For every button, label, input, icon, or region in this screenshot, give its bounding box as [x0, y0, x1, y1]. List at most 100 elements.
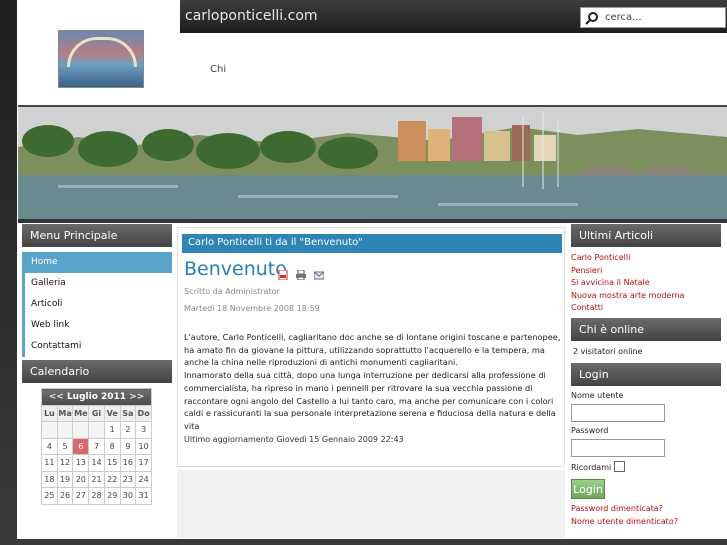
- article-body: L'autore, Carlo Ponticelli, cagliaritano…: [184, 332, 561, 431]
- email-icon[interactable]: [314, 270, 325, 280]
- site-logo-image[interactable]: [58, 30, 144, 88]
- article-author: Scritto da Administrator: [184, 287, 280, 296]
- calendar-day[interactable]: 17: [135, 454, 152, 472]
- forgot-password-link[interactable]: Password dimenticata?: [571, 504, 663, 513]
- calendar-day[interactable]: 27: [72, 487, 90, 505]
- calendar-day[interactable]: 4: [41, 437, 58, 455]
- calendar-day[interactable]: 10: [135, 437, 152, 455]
- calendar-day[interactable]: 31: [135, 487, 152, 505]
- calendar-weekday: Ma: [56, 404, 74, 422]
- menu-item-web-link[interactable]: Web link: [22, 315, 172, 336]
- left-dark-strip: [0, 0, 17, 545]
- calendar-week: 11 12 13 14 15 16 17: [41, 454, 152, 472]
- calendar-week: 18 19 20 21 22 23 24: [41, 470, 152, 488]
- calendar-day[interactable]: 1: [103, 421, 121, 439]
- latest-article-link[interactable]: Si avvicina il Natale: [571, 277, 684, 290]
- calendar-day[interactable]: 23: [119, 470, 137, 488]
- calendar: << Luglio 2011 >> Lu Ma Me Gi Ve Sa Do 1234567…: [41, 388, 152, 505]
- calendar-day[interactable]: 28: [88, 487, 105, 505]
- calendar-day[interactable]: 24: [135, 470, 152, 488]
- calendar-day[interactable]: 9: [119, 437, 137, 455]
- calendar-day[interactable]: 5: [56, 437, 74, 455]
- calendar-day[interactable]: 25: [41, 487, 58, 505]
- calendar-day[interactable]: 16: [119, 454, 137, 472]
- logo-arch-graphic: [67, 37, 137, 67]
- password-field[interactable]: [571, 439, 665, 457]
- calendar-week: 4 5 6 7 8 9 10: [41, 437, 152, 455]
- calendar-days: 1 2 3 4 5 6 7 8 9 10 11 12 13 14 15 16 17 18 19 20 21 22 23 24 2…: [41, 421, 152, 505]
- top-bar: carloponticelli.com cerca...: [180, 0, 727, 33]
- calendar-day[interactable]: 11: [41, 454, 58, 472]
- calendar-day[interactable]: 26: [56, 487, 74, 505]
- menu-item-galleria[interactable]: Galleria: [22, 273, 172, 294]
- logo-area: [18, 14, 177, 92]
- online-count: 2 visitatori online: [573, 347, 643, 356]
- calendar-weekday: Lu: [41, 404, 58, 422]
- article-section-bar: Carlo Ponticelli ti da il "Benvenuto": [182, 234, 562, 253]
- username-field[interactable]: [571, 404, 665, 422]
- print-icon[interactable]: [296, 269, 307, 280]
- calendar-day[interactable]: 20: [72, 470, 90, 488]
- latest-articles-list: Carlo Ponticelli Pensieri Si avvicina il…: [571, 252, 684, 315]
- search-input[interactable]: cerca...: [580, 7, 726, 28]
- pdf-icon[interactable]: [278, 269, 288, 280]
- menu-item-articoli[interactable]: Articoli: [22, 294, 172, 315]
- calendar-today[interactable]: 6: [72, 437, 90, 455]
- latest-article-link[interactable]: Carlo Ponticelli: [571, 252, 684, 265]
- latest-article-link[interactable]: Contatti: [571, 302, 684, 315]
- menu-item-contattami[interactable]: Contattami: [22, 336, 172, 357]
- latest-article-link[interactable]: Nuova mostra arte moderna: [571, 290, 684, 303]
- calendar-day[interactable]: 14: [88, 454, 105, 472]
- article-tools: [278, 264, 327, 283]
- calendar-day[interactable]: 22: [103, 470, 121, 488]
- calendar-day[interactable]: 13: [72, 454, 90, 472]
- calendar-empty-cell: [72, 421, 90, 439]
- calendar-day[interactable]: 21: [88, 470, 105, 488]
- username-label: Nome utente: [571, 391, 624, 400]
- calendar-weekday: Gi: [88, 404, 105, 422]
- calendar-day[interactable]: 2: [119, 421, 137, 439]
- calendar-day[interactable]: 29: [103, 487, 121, 505]
- calendar-week: 25 26 27 28 29 30 31: [41, 487, 152, 505]
- nav-row: Chi: [180, 33, 727, 105]
- calendar-prev-link[interactable]: <<: [49, 392, 64, 402]
- calendar-month: Luglio 2011: [66, 391, 127, 402]
- who-online-title: Chi è online: [571, 318, 721, 341]
- article-updated: Ultimo aggiornamento Giovedì 15 Gennaio …: [184, 435, 404, 444]
- calendar-nav: << Luglio 2011 >>: [41, 388, 152, 406]
- main-menu-title: Menu Principale: [22, 224, 172, 247]
- calendar-weekday: Ve: [103, 404, 121, 422]
- calendar-next-link[interactable]: >>: [129, 392, 144, 402]
- latest-articles-title: Ultimi Articoli: [571, 224, 721, 247]
- remember-label: Ricordami: [571, 463, 612, 472]
- calendar-day[interactable]: 18: [41, 470, 58, 488]
- forgot-username-link[interactable]: Nome utente dimenticato?: [571, 517, 678, 526]
- article-date: Martedì 18 Novembre 2008 18:59: [184, 304, 320, 313]
- calendar-day[interactable]: 15: [103, 454, 121, 472]
- calendar-day[interactable]: 7: [88, 437, 105, 455]
- main-menu: Home Galleria Articoli Web link Contatta…: [22, 252, 172, 357]
- banner-painting-svg: [18, 107, 727, 219]
- remember-checkbox[interactable]: [614, 461, 625, 472]
- login-button[interactable]: Login: [571, 479, 605, 499]
- menu-item-home[interactable]: Home: [22, 252, 172, 273]
- search-icon: [585, 12, 598, 25]
- nav-item-chi[interactable]: Chi: [210, 64, 226, 75]
- calendar-day[interactable]: 3: [135, 421, 152, 439]
- calendar-weekday: Sa: [119, 404, 137, 422]
- calendar-day[interactable]: 12: [56, 454, 74, 472]
- article: Carlo Ponticelli ti da il "Benvenuto" Be…: [177, 227, 565, 467]
- site-title[interactable]: carloponticelli.com: [185, 8, 318, 24]
- center-bottom-panel: [177, 470, 565, 538]
- latest-article-link[interactable]: Pensieri: [571, 265, 684, 278]
- calendar-weekday: Me: [72, 404, 90, 422]
- calendar-empty-cell: [88, 421, 105, 439]
- calendar-day[interactable]: 8: [103, 437, 121, 455]
- calendar-day[interactable]: 30: [119, 487, 137, 505]
- calendar-day[interactable]: 19: [56, 470, 74, 488]
- login-title: Login: [571, 363, 721, 386]
- calendar-empty-cell: [56, 421, 74, 439]
- calendar-weekday: Do: [135, 404, 152, 422]
- header-banner-painting: [18, 107, 727, 219]
- article-title[interactable]: Benvenuto: [184, 258, 287, 280]
